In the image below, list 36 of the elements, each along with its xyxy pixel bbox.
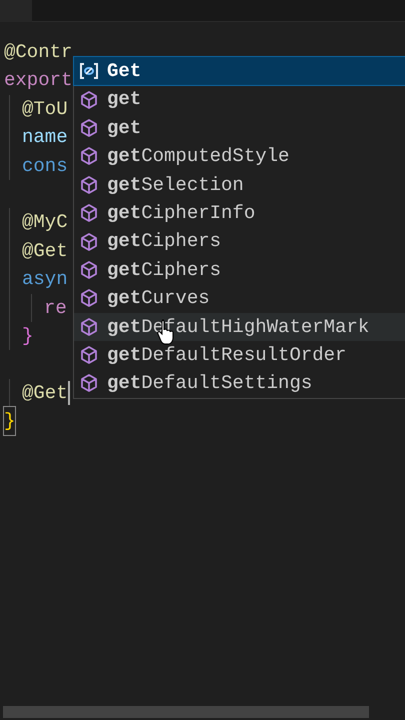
code-text: export bbox=[4, 68, 72, 94]
cube-icon bbox=[79, 373, 99, 394]
cube-icon bbox=[79, 260, 99, 280]
suggestion-item[interactable]: getComputedStyle bbox=[74, 142, 405, 171]
suggestion-item[interactable]: getCiphers bbox=[74, 256, 405, 284]
cube-icon bbox=[79, 345, 99, 366]
code-text: } bbox=[4, 407, 16, 436]
code-text: @ToU bbox=[22, 96, 68, 122]
cube-icon bbox=[79, 146, 99, 166]
cube-icon bbox=[79, 203, 99, 224]
suggestion-item[interactable]: get bbox=[74, 85, 405, 114]
code-text: asyn bbox=[22, 267, 68, 292]
suggestion-item[interactable]: get bbox=[74, 114, 405, 142]
suggestion-item[interactable]: Get bbox=[74, 57, 405, 86]
code-text: re bbox=[44, 296, 67, 321]
code-text: cons bbox=[22, 154, 68, 179]
suggestion-item[interactable]: getDefaultResultOrder bbox=[74, 340, 405, 370]
suggestion-item[interactable]: getCipherInfo bbox=[74, 198, 405, 228]
cube-icon bbox=[79, 316, 99, 337]
horizontal-scrollbar[interactable] bbox=[3, 706, 369, 718]
code-text: @Get bbox=[22, 380, 68, 406]
cube-icon bbox=[79, 232, 99, 252]
cube-icon bbox=[79, 288, 99, 308]
cube-icon bbox=[79, 174, 99, 195]
code-text: } bbox=[22, 324, 34, 349]
code-text: @Contr bbox=[4, 40, 72, 65]
code-text: @Get bbox=[22, 238, 68, 264]
cube-icon bbox=[79, 90, 99, 110]
suggestion-item[interactable]: getSelection bbox=[74, 170, 405, 199]
code-text: @MyC bbox=[22, 210, 68, 236]
suggestion-item[interactable]: getCiphers bbox=[74, 227, 405, 256]
code-text: name bbox=[22, 125, 68, 150]
suggestion-item[interactable]: getCurves bbox=[74, 284, 405, 313]
cube-icon bbox=[79, 118, 99, 138]
suggestion-item[interactable]: getDefaultSettings bbox=[74, 369, 405, 398]
variable-icon bbox=[79, 61, 99, 82]
